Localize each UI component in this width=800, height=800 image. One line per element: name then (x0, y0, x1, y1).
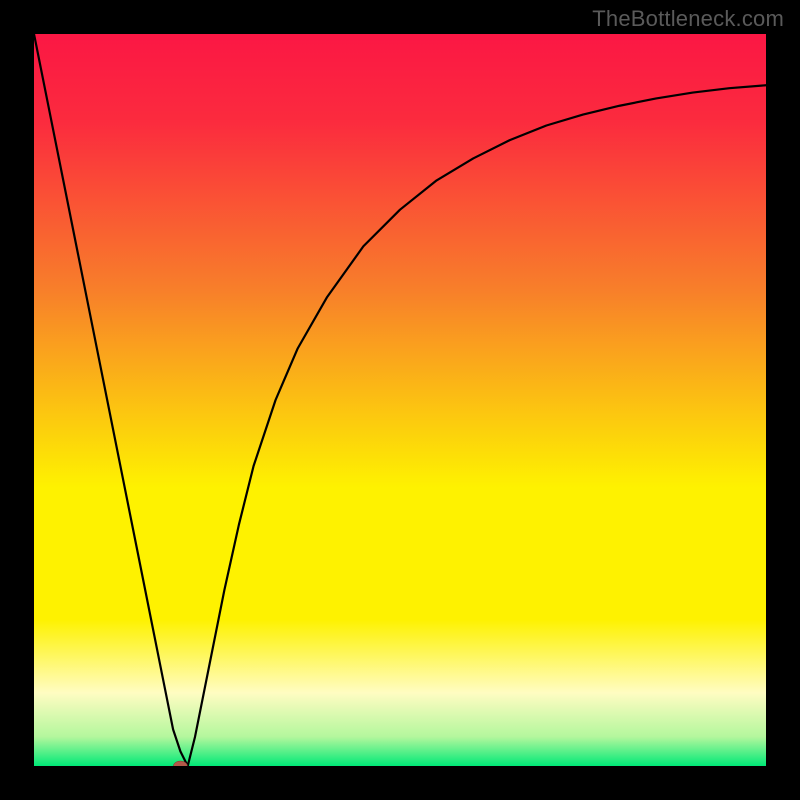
chart-svg (34, 34, 766, 766)
gradient-background (34, 34, 766, 766)
watermark-label: TheBottleneck.com (592, 6, 784, 32)
chart-container: TheBottleneck.com (0, 0, 800, 800)
plot-area (34, 34, 766, 766)
